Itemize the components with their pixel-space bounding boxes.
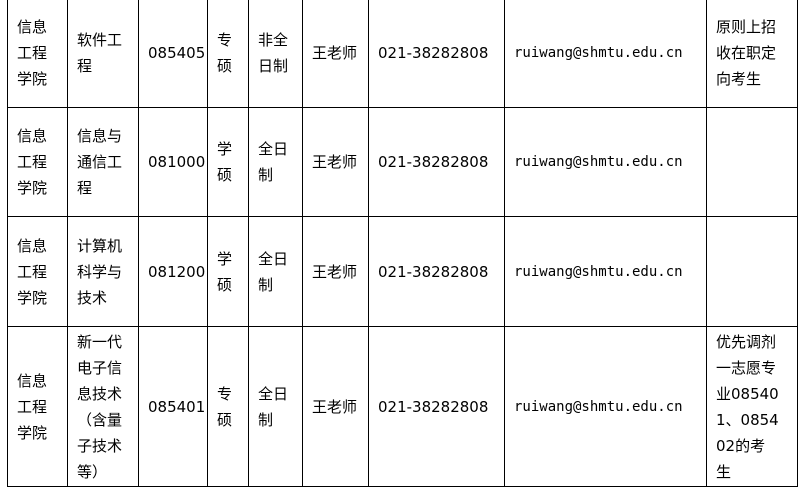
table-row: 信息工程学院 计算机科学与技术 081200 学硕 全日制 王老师 021-38… [7, 216, 798, 327]
degree-type-cell: 专硕 [207, 326, 249, 487]
major-code-cell: 081200 [138, 216, 208, 327]
major-cell: 新一代电子信息技术（含量子技术等） [67, 326, 139, 487]
table-row: 信息工程学院 信息与通信工程 081000 学硕 全日制 王老师 021-382… [7, 107, 798, 217]
table-row: 信息工程学院 软件工程 085405 专硕 非全日制 王老师 021-38282… [7, 0, 798, 108]
degree-type-cell: 学硕 [207, 107, 249, 217]
email-cell: ruiwang@shmtu.edu.cn [504, 216, 707, 327]
contact-cell: 王老师 [302, 0, 369, 108]
study-mode-cell: 全日制 [248, 216, 303, 327]
note-cell: 原则上招收在职定向考生 [706, 0, 798, 108]
major-code-cell: 085401 [138, 326, 208, 487]
contact-cell: 王老师 [302, 107, 369, 217]
major-cell: 软件工程 [67, 0, 139, 108]
major-code-cell: 085405 [138, 0, 208, 108]
study-mode-cell: 全日制 [248, 326, 303, 487]
degree-type-cell: 专硕 [207, 0, 249, 108]
note-cell [706, 107, 798, 217]
note-cell: 优先调剂一志愿专业085401、085402的考生 [706, 326, 798, 487]
contact-cell: 王老师 [302, 216, 369, 327]
email-cell: ruiwang@shmtu.edu.cn [504, 326, 707, 487]
email-cell: ruiwang@shmtu.edu.cn [504, 107, 707, 217]
study-mode-cell: 全日制 [248, 107, 303, 217]
phone-cell: 021-38282808 [368, 107, 505, 217]
note-cell [706, 216, 798, 327]
degree-type-cell: 学硕 [207, 216, 249, 327]
major-code-cell: 081000 [138, 107, 208, 217]
contact-cell: 王老师 [302, 326, 369, 487]
major-cell: 信息与通信工程 [67, 107, 139, 217]
phone-cell: 021-38282808 [368, 326, 505, 487]
major-cell: 计算机科学与技术 [67, 216, 139, 327]
college-cell: 信息工程学院 [7, 107, 68, 217]
adjustment-table: 信息工程学院 软件工程 085405 专硕 非全日制 王老师 021-38282… [7, 0, 798, 487]
email-cell: ruiwang@shmtu.edu.cn [504, 0, 707, 108]
college-cell: 信息工程学院 [7, 216, 68, 327]
college-cell: 信息工程学院 [7, 326, 68, 487]
phone-cell: 021-38282808 [368, 216, 505, 327]
table-row: 信息工程学院 新一代电子信息技术（含量子技术等） 085401 专硕 全日制 王… [7, 326, 798, 487]
college-cell: 信息工程学院 [7, 0, 68, 108]
study-mode-cell: 非全日制 [248, 0, 303, 108]
phone-cell: 021-38282808 [368, 0, 505, 108]
